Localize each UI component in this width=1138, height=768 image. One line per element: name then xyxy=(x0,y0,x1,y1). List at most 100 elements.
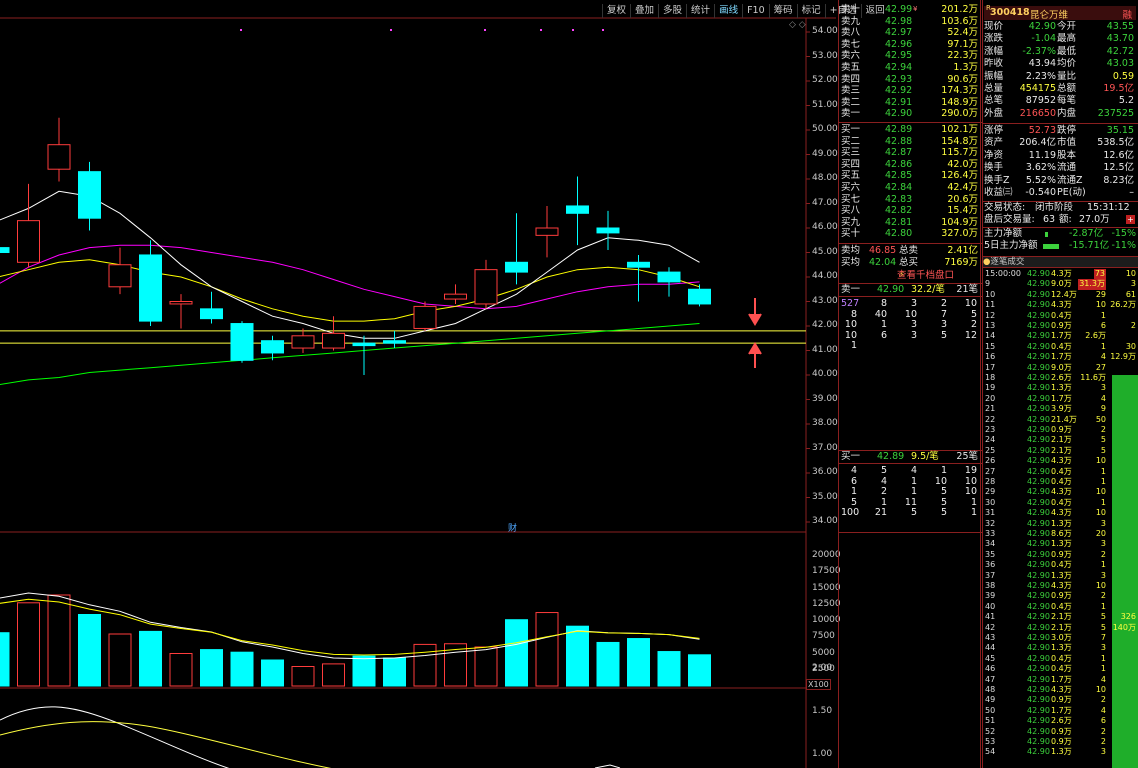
queue_buy-label: 买一 xyxy=(841,451,861,462)
sell_book-row[interactable]: 卖十 42.99 ¥201.2万 xyxy=(839,4,982,16)
stat-value-2: 237525 xyxy=(1097,107,1134,119)
total-value: 2.41亿 xyxy=(947,245,978,256)
tick-time: 38 xyxy=(985,581,996,590)
tick-volume: 4.3万 xyxy=(1051,487,1072,497)
finance-marker[interactable]: 财 xyxy=(508,521,517,534)
stat-label: 资产 xyxy=(984,137,1004,149)
candle[interactable] xyxy=(108,264,132,288)
sell_book-row[interactable]: 卖七 42.96 97.1万 xyxy=(839,39,982,51)
candle[interactable] xyxy=(596,227,620,234)
event-marker[interactable] xyxy=(240,29,242,31)
candle[interactable] xyxy=(688,288,711,305)
tick-row: 10 42.90 12.4万 29 61 xyxy=(983,290,1138,300)
tick-price: 42.90 xyxy=(1027,269,1050,278)
candle[interactable] xyxy=(505,261,528,273)
event-marker[interactable] xyxy=(540,29,542,31)
tick-time: 46 xyxy=(985,664,996,674)
tick-row: 23 42.90 0.9万 2 xyxy=(983,425,1138,435)
candle[interactable] xyxy=(0,247,10,254)
candle[interactable] xyxy=(230,323,254,361)
toolbar-button-5[interactable]: F10 xyxy=(742,4,769,18)
price-axis-label: 49.00 xyxy=(812,148,838,159)
candle[interactable] xyxy=(17,220,40,263)
candle[interactable] xyxy=(444,293,467,300)
tick-row: 34 42.90 1.3万 3 xyxy=(983,539,1138,549)
queue_sell-header: 卖一 42.90 32.2/笔 21笔 xyxy=(839,284,982,296)
sell_book-row[interactable]: 卖八 42.97 52.4万 xyxy=(839,27,982,39)
nav-arrows-icon[interactable]: ◇ ◇ xyxy=(789,20,806,30)
sell_book-mark: ¥ xyxy=(913,5,918,13)
toolbar-button-6[interactable]: 筹码 xyxy=(768,4,797,18)
candle[interactable] xyxy=(535,227,559,236)
after-hours-vol: 63 xyxy=(1043,214,1056,225)
buy_book-row[interactable]: 买六 42.84 42.4万 xyxy=(839,182,982,194)
tick-count: 1 xyxy=(1100,560,1106,570)
event-marker[interactable] xyxy=(572,29,574,31)
volume-bar xyxy=(505,619,528,687)
stat-row: 换手Z 5.52% 流通Z 8.23亿 xyxy=(983,175,1138,187)
tick-time: 19 xyxy=(985,383,996,393)
tick-price: 42.90 xyxy=(1027,456,1050,466)
candle[interactable] xyxy=(47,144,71,170)
candle[interactable] xyxy=(383,340,406,344)
sell_book-row[interactable]: 卖一 42.90 290.0万 xyxy=(839,108,982,120)
buy_book-row[interactable]: 买四 42.86 42.0万 xyxy=(839,159,982,171)
candle[interactable] xyxy=(627,261,650,268)
toolbar-button-3[interactable]: 统计 xyxy=(686,4,714,18)
candle[interactable] xyxy=(352,342,376,347)
tick-volume: 12.4万 xyxy=(1051,289,1077,299)
candlestick-chart[interactable] xyxy=(0,0,836,768)
tick-price: 42.90 xyxy=(1027,737,1050,746)
tick-time: 35 xyxy=(985,549,996,559)
candle[interactable] xyxy=(474,269,498,305)
stat-label: 昨收 xyxy=(984,58,1004,70)
queue_sell-price: 42.90 xyxy=(877,284,905,295)
flow-bar xyxy=(1045,232,1048,237)
toolbar-button-2[interactable]: 多股 xyxy=(658,4,686,18)
queue_sell-queue-row: 8 40 10 7 5 xyxy=(839,309,982,320)
buy_book-row[interactable]: 买七 42.83 20.6万 xyxy=(839,194,982,206)
sell_book-row[interactable]: 卖五 42.94 1.3万 xyxy=(839,62,982,74)
sell_book-row[interactable]: 卖三 42.92 174.3万 xyxy=(839,85,982,97)
candle[interactable] xyxy=(78,171,101,219)
queue_buy-queue-row: 6 4 1 10 10 xyxy=(839,476,982,487)
buy_book-row[interactable]: 买二 42.88 154.8万 xyxy=(839,136,982,148)
sell_book-row[interactable]: 卖二 42.91 148.9万 xyxy=(839,97,982,109)
candle[interactable] xyxy=(566,205,589,214)
event-marker[interactable] xyxy=(390,29,392,31)
volume-bar xyxy=(261,659,284,687)
buy_book-row[interactable]: 买一 42.89 102.1万 xyxy=(839,124,982,136)
volume-bar xyxy=(627,638,650,687)
candle[interactable] xyxy=(261,340,284,354)
buy_book-row[interactable]: 买九 42.81 104.9万 xyxy=(839,217,982,229)
candle[interactable] xyxy=(200,308,223,320)
buy_book-row[interactable]: 买五 42.85 126.4万 xyxy=(839,170,982,182)
stat-value-2: – xyxy=(1129,187,1134,198)
tick-volume: 8.6万 xyxy=(1051,529,1072,538)
sell_book-row[interactable]: 卖九 42.98 103.6万 xyxy=(839,16,982,28)
event-marker[interactable] xyxy=(602,29,604,31)
qianque-button[interactable]: 查看千档盘口 xyxy=(897,270,981,282)
candle[interactable] xyxy=(322,332,345,349)
candle[interactable] xyxy=(291,335,315,349)
tick-price: 42.90 xyxy=(1027,529,1050,538)
tick-row: 19 42.90 1.3万 3 xyxy=(983,383,1138,393)
sell_book-price: 42.91 xyxy=(885,96,913,108)
tick-count: 2 xyxy=(1100,726,1106,736)
buy_book-row[interactable]: 买八 42.82 15.4万 xyxy=(839,205,982,217)
toolbar-button-1[interactable]: 叠加 xyxy=(630,4,658,18)
toolbar-button-7[interactable]: 标记 xyxy=(796,4,825,18)
sell_book-row[interactable]: 卖六 42.95 22.3万 xyxy=(839,50,982,62)
toolbar-button-4[interactable]: 画线 xyxy=(714,4,742,18)
candle[interactable] xyxy=(169,301,193,305)
sell_book-row[interactable]: 卖四 42.93 90.6万 xyxy=(839,74,982,86)
toolbar-button-0[interactable]: 复权 xyxy=(602,4,630,18)
candle[interactable] xyxy=(657,271,681,283)
event-marker[interactable] xyxy=(484,29,486,31)
buy_book-row[interactable]: 买三 42.87 115.7万 xyxy=(839,147,982,159)
buy_book-row[interactable]: 买十 42.80 327.0万 xyxy=(839,228,982,240)
candle[interactable] xyxy=(139,254,162,322)
candle[interactable] xyxy=(413,305,437,329)
indicator-line-1 xyxy=(0,706,230,768)
price-axis-label: 42.00 xyxy=(812,320,838,330)
